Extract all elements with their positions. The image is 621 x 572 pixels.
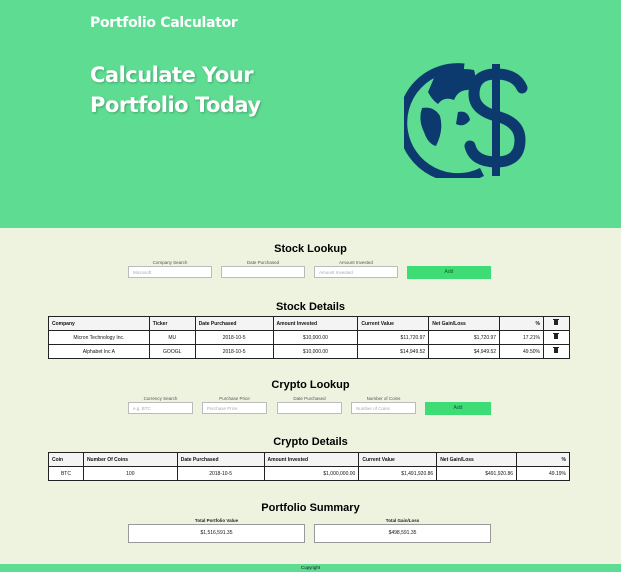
crypto-date-input[interactable] bbox=[277, 402, 342, 414]
col-date: Date Purchased bbox=[176, 452, 265, 467]
cell-delete bbox=[542, 330, 571, 345]
crypto-lookup-title: Crypto Lookup bbox=[271, 379, 350, 391]
crypto-table: Coin Number Of Coins Date Purchased Amou… bbox=[48, 452, 570, 481]
portfolio-summary-title: Portfolio Summary bbox=[261, 502, 360, 514]
company-search-input[interactable]: Microsoft bbox=[128, 266, 212, 278]
hero-line-1: Calculate Your bbox=[90, 63, 254, 87]
col-pct: % bbox=[499, 316, 544, 331]
cell-invested: $1,000,000.00 bbox=[263, 466, 360, 481]
currency-search-input[interactable]: e.g. BTC bbox=[128, 402, 193, 414]
cell-coin: BTC bbox=[48, 466, 84, 481]
col-invested: Amount Invested bbox=[272, 316, 359, 331]
total-gain-label: Total Gain/Loss bbox=[385, 518, 420, 523]
table-header-row: Company Ticker Date Purchased Amount Inv… bbox=[48, 316, 571, 331]
cell-current: $1,491,920.86 bbox=[358, 466, 438, 481]
amount-invested-input[interactable]: Amount Invested bbox=[314, 266, 398, 278]
cell-net: $1,720.97 bbox=[428, 330, 501, 345]
currency-search-label: Currency Search bbox=[143, 396, 178, 401]
cell-date: 2018-10-5 bbox=[176, 466, 265, 481]
cell-coins: 100 bbox=[82, 466, 178, 481]
hero-banner: Portfolio Calculator Calculate Your Port… bbox=[0, 0, 621, 228]
stock-add-button[interactable]: Add bbox=[407, 266, 491, 279]
table-row: Alphabet Inc A GOOGL 2018-10-5 $10,000.0… bbox=[48, 344, 571, 359]
table-row: BTC 100 2018-10-5 $1,000,000.00 $1,491,9… bbox=[48, 466, 570, 481]
col-current: Current Value bbox=[358, 452, 438, 467]
total-value-label: Total Portfolio Value bbox=[194, 518, 239, 523]
col-coins: Number Of Coins bbox=[82, 452, 178, 467]
total-value-display: $1,516,591.35 bbox=[128, 524, 305, 543]
trash-icon[interactable] bbox=[553, 333, 560, 339]
purchase-price-input[interactable]: Purchase Price bbox=[202, 402, 267, 414]
crypto-add-button[interactable]: Add bbox=[425, 402, 491, 415]
cell-ticker: MU bbox=[148, 330, 196, 345]
col-coin: Coin bbox=[48, 452, 84, 467]
col-company: Company bbox=[48, 316, 150, 331]
purchase-price-label: Purchase Price bbox=[219, 396, 250, 401]
hero-line-2: Portfolio Today bbox=[90, 93, 261, 117]
col-net: Net Gain/Loss bbox=[428, 316, 501, 331]
cell-date: 2018-10-5 bbox=[194, 344, 274, 359]
footer: Copyright bbox=[0, 564, 621, 572]
crypto-details-title: Crypto Details bbox=[273, 436, 348, 448]
copyright-text: Copyright bbox=[300, 565, 321, 570]
stock-table: Company Ticker Date Purchased Amount Inv… bbox=[48, 316, 571, 359]
globe-dollar-icon bbox=[404, 63, 528, 178]
amount-invested-label: Amount Invested bbox=[339, 260, 373, 265]
hero-headline: Calculate Your Portfolio Today bbox=[90, 60, 261, 120]
col-net: Net Gain/Loss bbox=[436, 452, 518, 467]
trash-icon[interactable] bbox=[553, 347, 560, 353]
stock-date-input[interactable] bbox=[221, 266, 305, 278]
col-delete bbox=[542, 316, 571, 331]
cell-current: $11,720.97 bbox=[357, 330, 430, 345]
cell-pct: 17.21% bbox=[499, 330, 544, 345]
total-gain-display: $498,591.35 bbox=[314, 524, 491, 543]
cell-net: $4,949.52 bbox=[428, 344, 501, 359]
stock-date-label: Date Purchased bbox=[246, 260, 280, 265]
cell-company: Alphabet Inc A bbox=[48, 344, 150, 359]
cell-date: 2018-10-5 bbox=[194, 330, 274, 345]
stock-lookup-title: Stock Lookup bbox=[274, 243, 347, 255]
col-current: Current Value bbox=[357, 316, 430, 331]
col-date: Date Purchased bbox=[194, 316, 274, 331]
cell-net: $491,920.86 bbox=[436, 466, 518, 481]
col-ticker: Ticker bbox=[148, 316, 196, 331]
trash-icon[interactable] bbox=[553, 319, 560, 325]
col-pct: % bbox=[516, 452, 570, 467]
col-invested: Amount Invested bbox=[263, 452, 360, 467]
cell-invested: $10,000.00 bbox=[272, 330, 359, 345]
number-of-coins-label: Number of Coins bbox=[366, 396, 401, 401]
table-header-row: Coin Number Of Coins Date Purchased Amou… bbox=[48, 452, 570, 467]
cell-pct: 49.50% bbox=[499, 344, 544, 359]
brand-title[interactable]: Portfolio Calculator bbox=[90, 15, 238, 31]
company-search-label: Company Search bbox=[152, 260, 188, 265]
cell-current: $14,949.52 bbox=[357, 344, 430, 359]
cell-company: Micron Technology Inc. bbox=[48, 330, 150, 345]
cell-ticker: GOOGL bbox=[148, 344, 196, 359]
table-row: Micron Technology Inc. MU 2018-10-5 $10,… bbox=[48, 330, 571, 345]
cell-delete bbox=[542, 344, 571, 359]
number-of-coins-input[interactable]: Number of Coins bbox=[351, 402, 416, 414]
crypto-date-label: Date Purchased bbox=[293, 396, 326, 401]
cell-pct: 49.19% bbox=[516, 466, 570, 481]
stock-details-title: Stock Details bbox=[275, 301, 346, 313]
cell-invested: $10,000.00 bbox=[272, 344, 359, 359]
